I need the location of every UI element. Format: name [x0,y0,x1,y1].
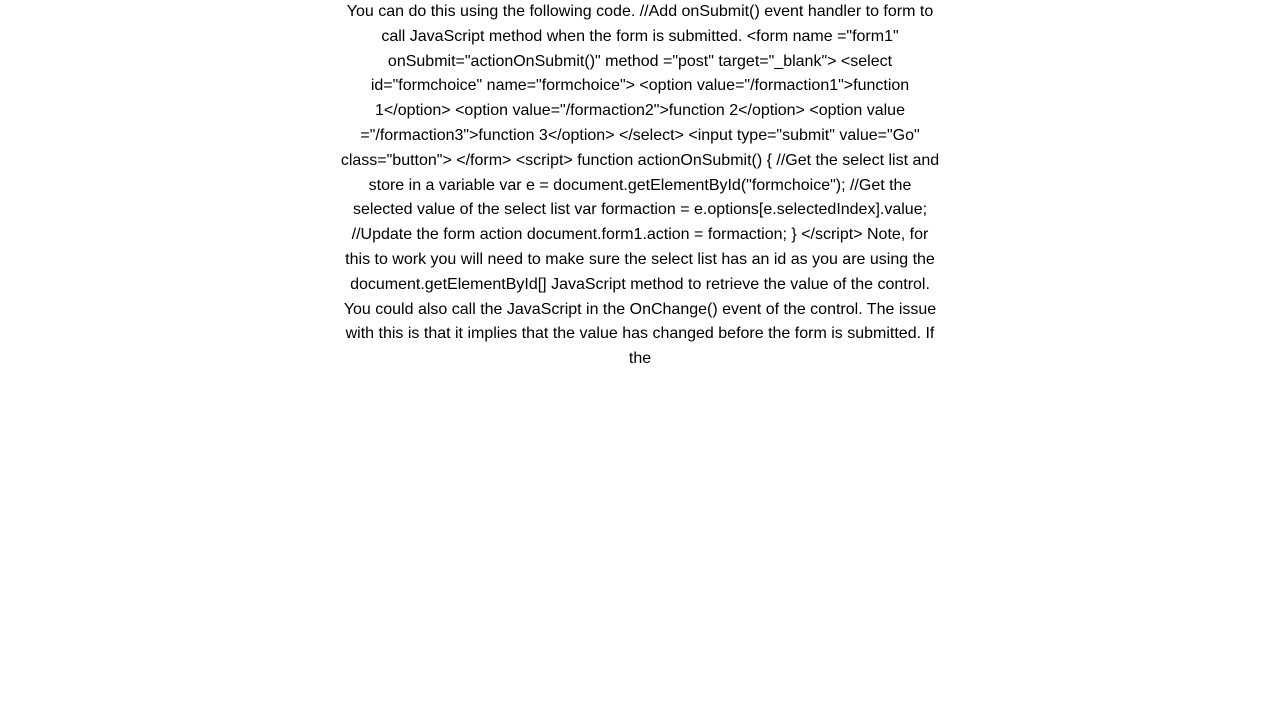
main-content: You can do this using the following code… [320,0,960,372]
body-text: You can do this using the following code… [340,0,940,372]
